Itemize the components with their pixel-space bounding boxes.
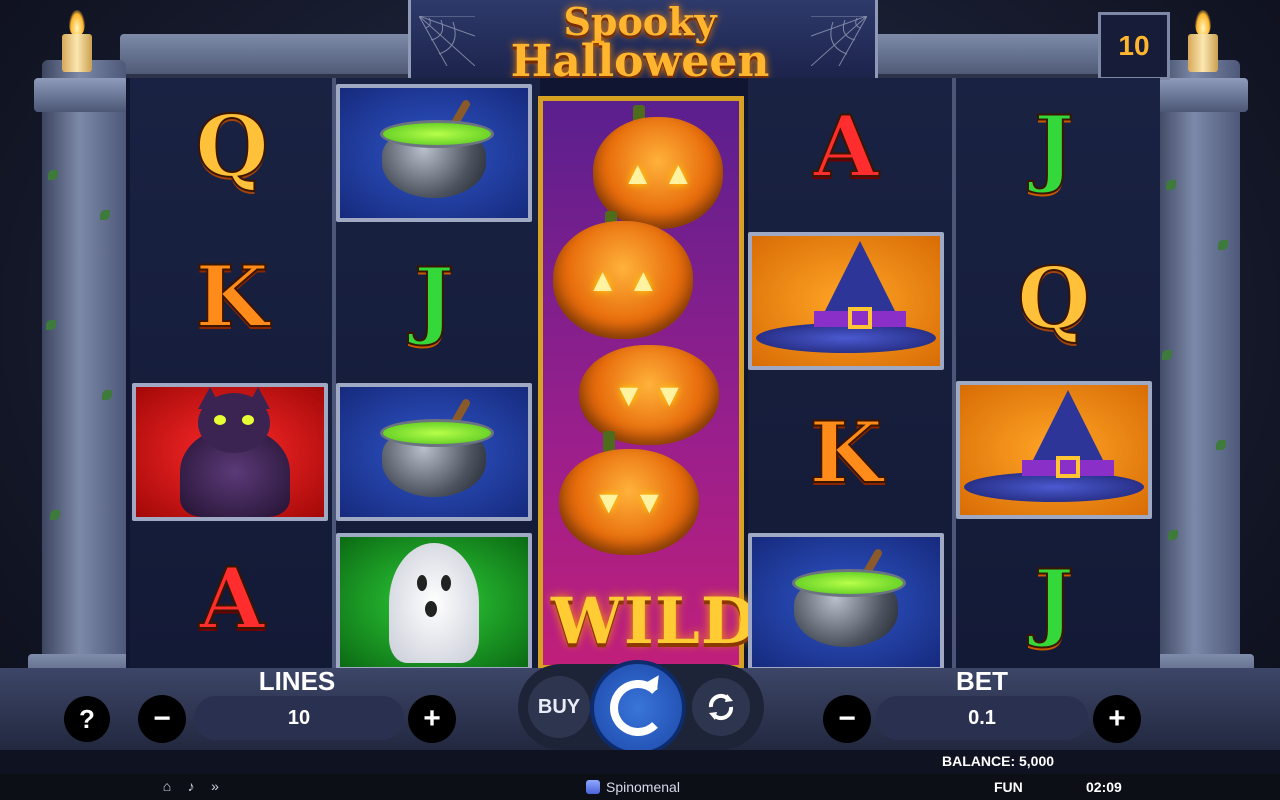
- reel-4: A K: [748, 78, 952, 671]
- symbol-q: Q: [1016, 249, 1091, 348]
- symbol-cauldron: [336, 84, 532, 222]
- cauldron-icon: [374, 98, 494, 208]
- jack-o-lantern-icon: ▼ ▼: [559, 449, 699, 555]
- symbol-j: J: [413, 249, 455, 348]
- autoplay-icon: [708, 693, 734, 721]
- autoplay-button[interactable]: [692, 678, 750, 736]
- reel-5: J Q J: [956, 78, 1160, 670]
- spinomenal-logo-icon: [586, 780, 600, 794]
- reel-area: Q K A J ▲ ▲ ▲ ▲ ▼ ▼ ▼ ▼ WILD A K J Q J: [126, 78, 1160, 671]
- symbol-cauldron: [336, 383, 532, 521]
- jack-o-lantern-icon: ▼ ▼: [579, 345, 719, 445]
- lines-value: 10: [194, 696, 404, 740]
- candle-left: [60, 6, 94, 72]
- symbol-ghost: [336, 533, 532, 671]
- brand-name: Spinomenal: [606, 779, 680, 795]
- wild-symbol: ▲ ▲ ▲ ▲ ▼ ▼ ▼ ▼ WILD: [538, 96, 758, 670]
- reel-2: J: [336, 78, 540, 671]
- symbol-k: K: [194, 247, 269, 346]
- game-title-line2: Halloween: [510, 36, 770, 87]
- lines-increase-button[interactable]: +: [408, 695, 456, 743]
- witch-hat-icon: [964, 390, 1144, 510]
- lines-label: LINES: [258, 666, 336, 696]
- bet-decrease-button[interactable]: −: [823, 695, 871, 743]
- spin-button[interactable]: [590, 660, 686, 756]
- reel-1: Q K A: [130, 78, 334, 670]
- left-pillar: [28, 60, 140, 694]
- symbol-witch-hat: [748, 232, 944, 370]
- balance-text: BALANCE: 5,000: [942, 753, 1055, 769]
- bet-increase-button[interactable]: +: [1093, 695, 1141, 743]
- buy-button[interactable]: BUY: [528, 676, 590, 738]
- game-title: Spooky Halloween: [408, 2, 872, 87]
- candle-right: [1186, 6, 1220, 72]
- symbol-j: J: [1033, 551, 1075, 650]
- lines-badge: 10: [1098, 12, 1170, 80]
- black-cat-icon: [160, 387, 300, 517]
- symbol-a: A: [812, 97, 879, 196]
- symbol-q: Q: [194, 97, 269, 196]
- mode-text: FUN: [994, 779, 1023, 795]
- witch-hat-icon: [756, 241, 936, 361]
- symbol-witch-hat: [956, 381, 1152, 519]
- symbol-black-cat: [132, 383, 328, 521]
- brand-logo: Spinomenal: [586, 779, 680, 795]
- ghost-icon: [369, 537, 499, 667]
- jack-o-lantern-icon: ▲ ▲: [553, 221, 693, 339]
- bet-label: BET: [956, 666, 1008, 696]
- symbol-a: A: [198, 549, 265, 648]
- lines-decrease-button[interactable]: −: [138, 695, 186, 743]
- help-button[interactable]: ?: [64, 696, 110, 742]
- bet-value: 0.1: [876, 696, 1088, 740]
- sound-icon[interactable]: ♪: [182, 778, 200, 794]
- symbol-cauldron: [748, 533, 944, 671]
- wild-label: WILD: [551, 584, 758, 659]
- symbol-j: J: [1033, 97, 1075, 196]
- utility-icons: ⌂ ♪ »: [158, 778, 224, 794]
- cauldron-icon: [374, 397, 494, 507]
- cauldron-icon: [786, 547, 906, 657]
- symbol-k: K: [808, 403, 883, 502]
- turbo-icon[interactable]: »: [206, 778, 224, 794]
- right-pillar: [1142, 60, 1254, 694]
- home-icon[interactable]: ⌂: [158, 778, 176, 794]
- clock-text: 02:09: [1086, 779, 1122, 795]
